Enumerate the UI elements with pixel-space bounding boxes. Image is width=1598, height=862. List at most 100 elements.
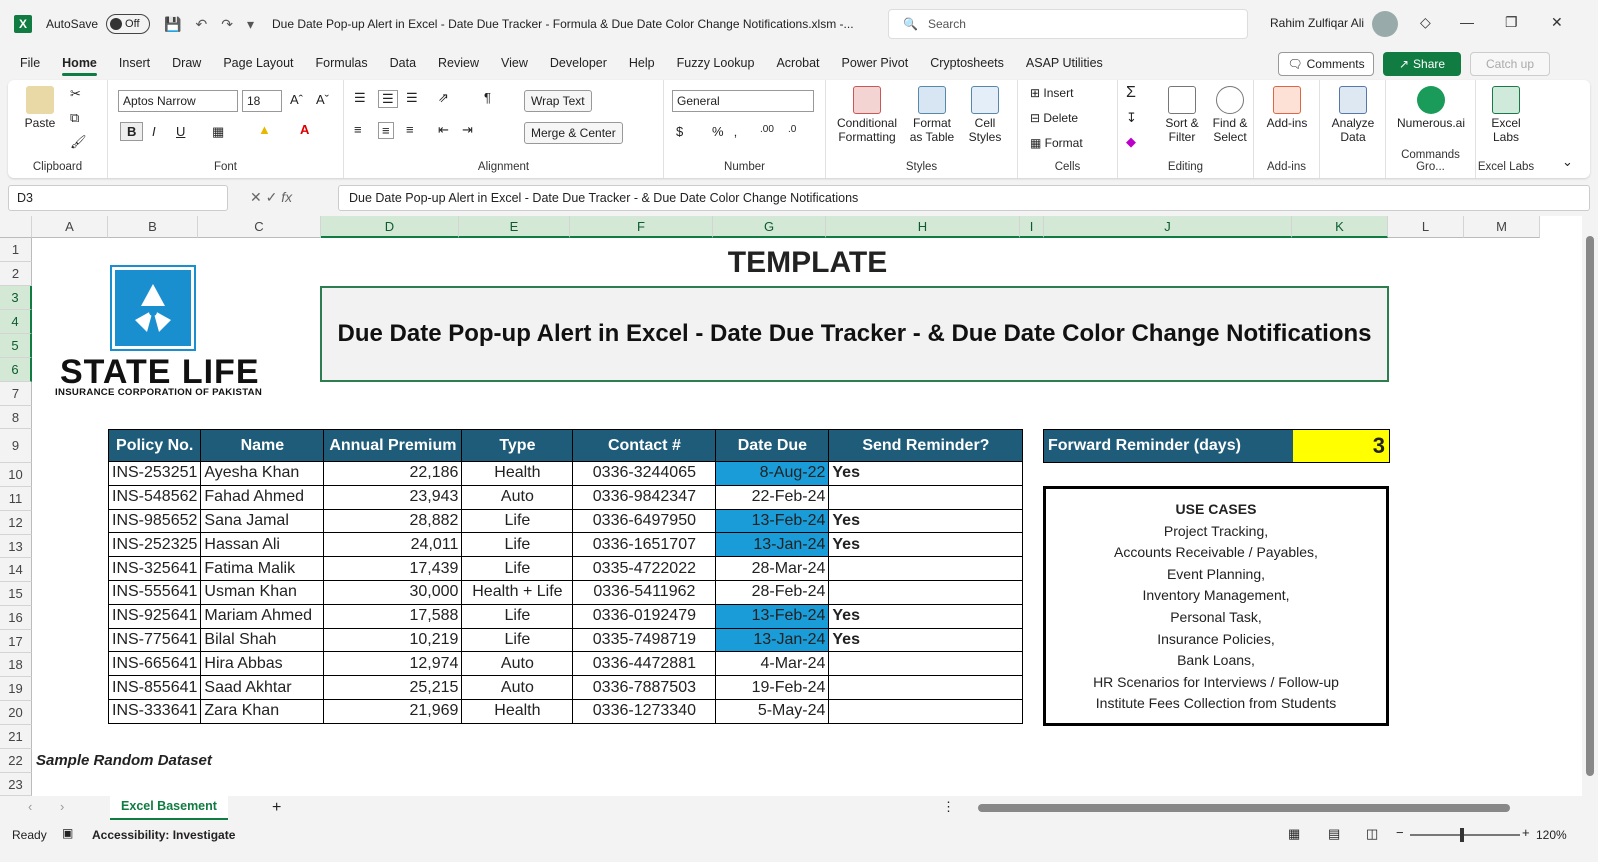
row-header-10[interactable]: 10 xyxy=(0,463,32,487)
cell-date-due[interactable]: 13-Jan-24 xyxy=(715,532,830,558)
cell-date-due[interactable]: 8-Aug-22 xyxy=(715,461,830,486)
accessibility-status[interactable]: Accessibility: Investigate xyxy=(92,828,235,842)
row-header-15[interactable]: 15 xyxy=(0,582,32,606)
rtl-icon[interactable]: ¶ xyxy=(484,90,491,105)
cell-send-reminder[interactable]: Yes xyxy=(828,603,1024,629)
redo-icon[interactable]: ↷ xyxy=(221,16,233,33)
fx-icon[interactable]: ✕ ✓ fx xyxy=(250,189,292,206)
header-policy-no[interactable]: Policy No. xyxy=(107,429,202,462)
forward-reminder-label[interactable]: Forward Reminder (days) xyxy=(1044,430,1293,462)
cell-annual-premium[interactable]: 22,186 xyxy=(323,461,463,486)
zoom-slider-knob[interactable] xyxy=(1460,828,1464,842)
format-as-table-button[interactable]: Format as Table xyxy=(906,86,958,144)
row-header-20[interactable]: 20 xyxy=(0,701,32,725)
premium-diamond-icon[interactable]: ◇ xyxy=(1420,14,1431,31)
row-header-12[interactable]: 12 xyxy=(0,511,32,535)
row-header-7[interactable]: 7 xyxy=(0,382,32,406)
tab-draw[interactable]: Draw xyxy=(172,56,201,70)
cell-send-reminder[interactable]: Yes xyxy=(828,461,1024,486)
cell-policy-no[interactable]: INS-925641 xyxy=(107,603,202,629)
zoom-level[interactable]: 120% xyxy=(1536,828,1567,842)
cell-date-due[interactable]: 28-Mar-24 xyxy=(715,556,830,581)
col-header-l[interactable]: L xyxy=(1388,216,1464,238)
analyze-data-button[interactable]: Analyze Data xyxy=(1326,86,1380,144)
collapse-ribbon-icon[interactable]: ⌄ xyxy=(1562,154,1573,170)
conditional-formatting-button[interactable]: Conditional Formatting xyxy=(832,86,902,144)
col-header-i[interactable]: I xyxy=(1020,216,1044,238)
col-header-h[interactable]: H xyxy=(826,216,1020,238)
col-header-e[interactable]: E xyxy=(459,216,570,238)
header-type[interactable]: Type xyxy=(461,429,574,462)
align-center-icon[interactable]: ≡ xyxy=(378,122,394,139)
sample-dataset-label[interactable]: Sample Random Dataset xyxy=(36,752,212,769)
col-header-m[interactable]: M xyxy=(1464,216,1540,238)
cell-type[interactable]: Life xyxy=(461,532,574,558)
delete-cells-button[interactable]: ⊟ Delete xyxy=(1030,111,1078,125)
normal-view-icon[interactable]: ▦ xyxy=(1288,826,1300,842)
macro-record-icon[interactable]: ▣ xyxy=(62,826,73,840)
cell-date-due[interactable]: 13-Feb-24 xyxy=(715,508,830,534)
cell-date-due[interactable]: 13-Feb-24 xyxy=(715,603,830,629)
sort-filter-button[interactable]: Sort & Filter xyxy=(1160,86,1204,144)
save-icon[interactable]: 💾 xyxy=(164,16,181,33)
cell-date-due[interactable]: 28-Feb-24 xyxy=(715,579,830,605)
tab-power-pivot[interactable]: Power Pivot xyxy=(842,56,909,70)
tab-fuzzy-lookup[interactable]: Fuzzy Lookup xyxy=(677,56,755,70)
tab-page-layout[interactable]: Page Layout xyxy=(223,56,293,70)
cell-contact[interactable]: 0336-5411962 xyxy=(572,579,717,605)
font-color-icon[interactable]: A xyxy=(300,122,309,137)
row-header-18[interactable]: 18 xyxy=(0,653,32,677)
cell-date-due[interactable]: 13-Jan-24 xyxy=(715,627,830,653)
cell-date-due[interactable]: 5-May-24 xyxy=(715,698,830,724)
row-header-9[interactable]: 9 xyxy=(0,429,32,463)
decrease-indent-icon[interactable]: ⇤ xyxy=(438,122,449,138)
avatar[interactable] xyxy=(1372,11,1398,37)
cell-contact[interactable]: 0336-7887503 xyxy=(572,675,717,700)
insert-cells-button[interactable]: ⊞ Insert xyxy=(1030,86,1073,100)
format-painter-icon[interactable]: 🖌 xyxy=(70,134,87,150)
cell-name[interactable]: Mariam Ahmed xyxy=(200,603,325,629)
cell-contact[interactable]: 0336-3244065 xyxy=(572,461,717,486)
row-header-16[interactable]: 16 xyxy=(0,606,32,630)
font-size-select[interactable]: 18 xyxy=(242,90,282,112)
cell-type[interactable]: Life xyxy=(461,556,574,581)
cell-policy-no[interactable]: INS-665641 xyxy=(107,651,202,677)
cell-date-due[interactable]: 4-Mar-24 xyxy=(715,651,830,677)
header-send-reminder[interactable]: Send Reminder? xyxy=(828,429,1024,462)
cell-type[interactable]: Auto xyxy=(461,484,574,510)
align-top-icon[interactable]: ☰ xyxy=(354,90,366,106)
cell-name[interactable]: Sana Jamal xyxy=(200,508,325,534)
cell-type[interactable]: Life xyxy=(461,627,574,653)
tab-cryptosheets[interactable]: Cryptosheets xyxy=(930,56,1004,70)
prev-sheet-icon[interactable]: ‹ xyxy=(28,799,32,814)
zoom-in-icon[interactable]: + xyxy=(1522,825,1530,840)
align-bottom-icon[interactable]: ☰ xyxy=(406,90,418,106)
tab-insert[interactable]: Insert xyxy=(119,56,150,70)
font-name-select[interactable]: Aptos Narrow xyxy=(118,90,238,112)
cell-type[interactable]: Health xyxy=(461,461,574,486)
next-sheet-icon[interactable]: › xyxy=(60,799,64,814)
cell-send-reminder[interactable] xyxy=(828,675,1024,700)
col-header-f[interactable]: F xyxy=(570,216,713,238)
row-header-4[interactable]: 4 xyxy=(0,310,32,334)
cell-send-reminder[interactable]: Yes xyxy=(828,508,1024,534)
row-header-3[interactable]: 3 xyxy=(0,286,32,310)
zoom-out-icon[interactable]: − xyxy=(1396,825,1404,840)
close-icon[interactable]: ✕ xyxy=(1551,14,1563,31)
cell-type[interactable]: Auto xyxy=(461,675,574,700)
row-header-19[interactable]: 19 xyxy=(0,677,32,701)
number-format-select[interactable]: General xyxy=(672,90,814,112)
undo-icon[interactable]: ↶ xyxy=(195,16,207,33)
row-header-21[interactable]: 21 xyxy=(0,725,32,749)
fill-color-icon[interactable]: ▲ xyxy=(258,122,271,137)
paste-button[interactable]: Paste xyxy=(18,86,62,130)
cell-contact[interactable]: 0336-9842347 xyxy=(572,484,717,510)
underline-icon[interactable]: U xyxy=(176,124,185,139)
header-date-due[interactable]: Date Due xyxy=(715,429,830,462)
cell-policy-no[interactable]: INS-555641 xyxy=(107,579,202,605)
cell-name[interactable]: Zara Khan xyxy=(200,698,325,724)
numerous-button[interactable]: Numerous.ai xyxy=(1390,86,1472,130)
col-header-k[interactable]: K xyxy=(1292,216,1388,238)
align-middle-icon[interactable]: ☰ xyxy=(378,90,398,108)
cell-send-reminder[interactable] xyxy=(828,579,1024,605)
